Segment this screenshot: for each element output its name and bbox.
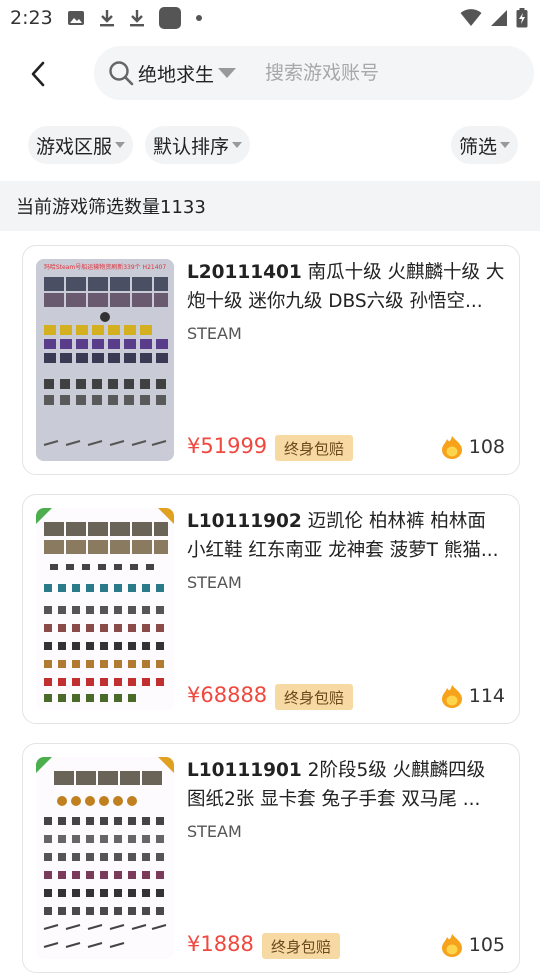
hot-count: 114: [439, 683, 505, 709]
listing-card[interactable]: L10111901 2阶段5级 火麒麟四级 图纸2张 显卡套 兔子手套 双马尾 …: [22, 743, 520, 973]
listing-title: L20111401 南瓜十级 火麒麟十级 大炮十级 迷你九级 DBS六级 孙悟空…: [187, 258, 505, 316]
dot-icon: [195, 15, 202, 21]
listing-card[interactable]: L10111902 迈凯伦 柏林裤 柏林面 小红鞋 红东南亚 龙神套 菠萝T 熊…: [22, 494, 520, 724]
filter-bar: 游戏区服 默认排序 筛选: [0, 126, 540, 164]
server-filter[interactable]: 游戏区服: [28, 126, 134, 164]
guarantee-badge: 终身包赔: [262, 933, 341, 959]
listing-platform: STEAM: [187, 324, 242, 343]
back-button[interactable]: [20, 56, 56, 92]
hot-count-value: 105: [468, 934, 505, 956]
wifi-icon: [460, 9, 482, 26]
search-input[interactable]: [263, 61, 488, 85]
listing-thumbnail: [36, 508, 174, 710]
hot-count: 108: [439, 434, 505, 460]
listing-thumbnail: [36, 757, 174, 959]
flame-icon: [441, 685, 462, 708]
listing-title: L10111901 2阶段5级 火麒麟四级 图纸2张 显卡套 兔子手套 双马尾 …: [187, 756, 505, 814]
thumb-header-text: 玛哈Steam号船运输物资刷新339个 H21407: [44, 263, 167, 271]
listing-price: ¥1888: [187, 932, 254, 956]
listing-title: L10111902 迈凯伦 柏林裤 柏林面 小红鞋 红东南亚 龙神套 菠萝T 熊…: [187, 507, 505, 565]
server-filter-label: 游戏区服: [36, 135, 113, 158]
listing-price: ¥68888: [187, 683, 268, 707]
caret-down-icon: [500, 142, 511, 148]
sort-filter-label: 默认排序: [153, 135, 230, 158]
hot-count: 105: [439, 932, 505, 958]
header: 绝地求生: [0, 44, 540, 104]
listing-id: L10111901: [187, 760, 302, 781]
caret-down-icon: [218, 68, 237, 78]
search-icon: [109, 61, 134, 86]
flame-icon: [441, 934, 462, 957]
result-count: 当前游戏筛选数量1133: [0, 181, 540, 231]
listing-platform: STEAM: [187, 573, 242, 592]
caret-down-icon: [232, 142, 243, 148]
caret-down-icon: [115, 142, 126, 148]
app-icon: [158, 7, 181, 29]
guarantee-badge: 终身包赔: [275, 684, 354, 710]
sort-filter[interactable]: 默认排序: [145, 126, 251, 164]
filter-button[interactable]: 筛选: [451, 126, 519, 164]
listing-thumbnail: 玛哈Steam号船运输物资刷新339个 H21407: [36, 259, 174, 461]
listing-id: L10111902: [187, 511, 302, 532]
status-time: 2:23: [10, 7, 53, 29]
listing-id: L20111401: [187, 262, 302, 283]
listing-platform: STEAM: [187, 822, 242, 841]
hot-count-value: 108: [468, 436, 505, 458]
chevron-left-icon: [31, 61, 45, 87]
game-selector-label: 绝地求生: [138, 63, 215, 86]
signal-icon: [491, 10, 507, 26]
download-icon: [99, 10, 114, 27]
flame-icon: [441, 436, 462, 459]
filter-button-label: 筛选: [459, 135, 498, 158]
image-icon: [67, 11, 84, 25]
status-bar: 2:23: [0, 0, 540, 36]
battery-icon: [516, 8, 528, 28]
game-selector[interactable]: 绝地求生: [108, 60, 237, 87]
hot-count-value: 114: [468, 685, 505, 707]
guarantee-badge: 终身包赔: [275, 435, 354, 461]
download-icon: [129, 10, 144, 27]
listing-price: ¥51999: [187, 434, 268, 458]
listing-card[interactable]: 玛哈Steam号船运输物资刷新339个 H21407 L20111401 南瓜十…: [22, 245, 520, 475]
search-bar[interactable]: 绝地求生: [94, 46, 534, 100]
